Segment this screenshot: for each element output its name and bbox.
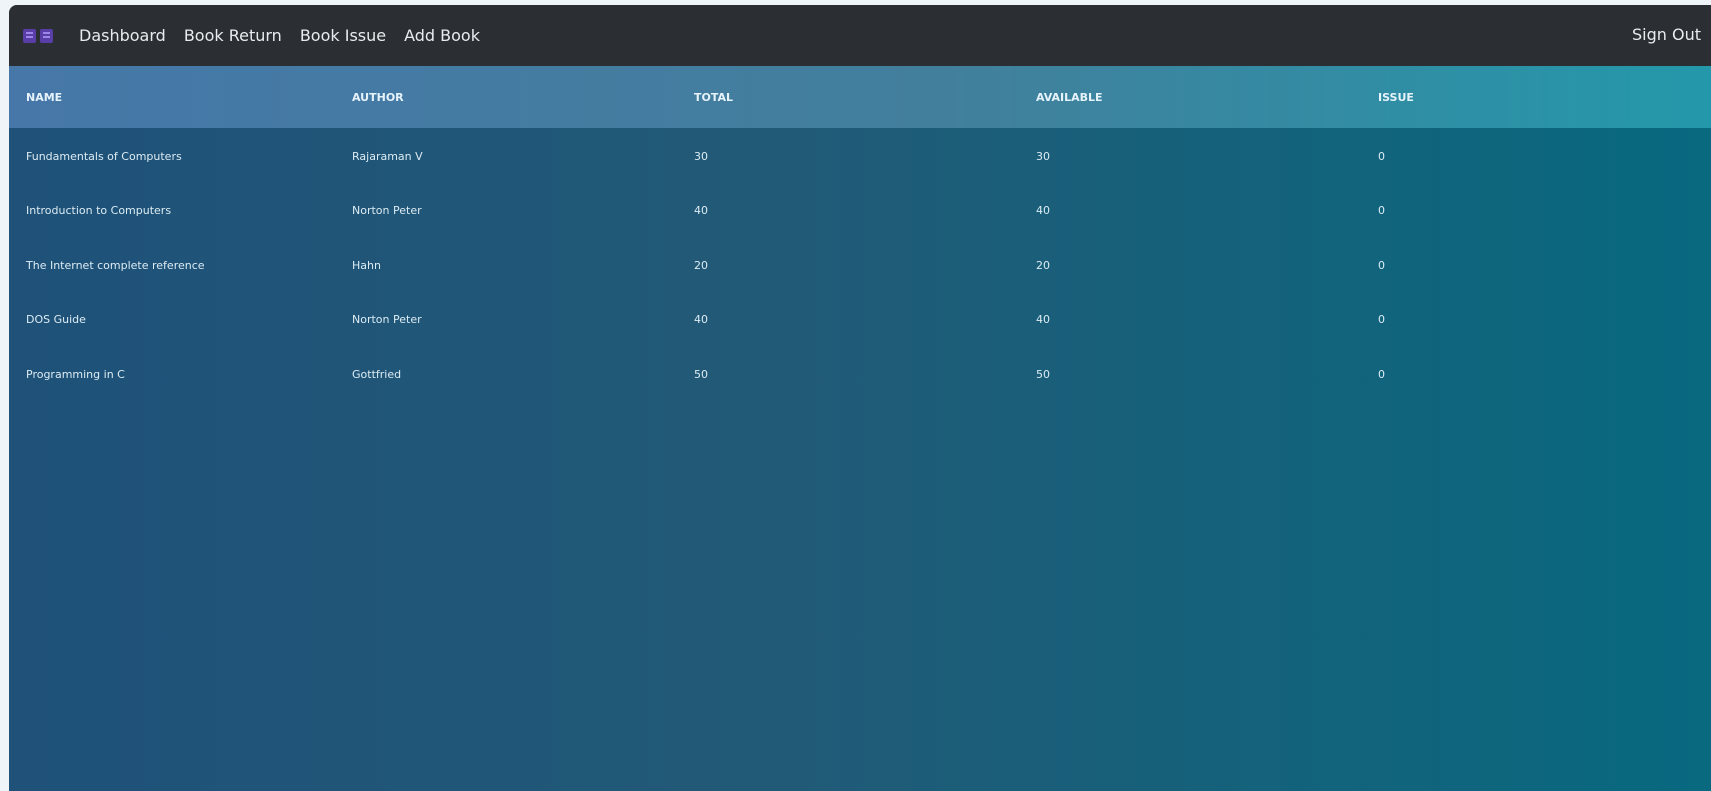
header-issue[interactable]: ISSUE [1378,91,1711,104]
book-total: 20 [694,258,708,272]
book-total: 40 [694,204,708,218]
header-name[interactable]: NAME [9,91,352,104]
book-author: Norton Peter [352,313,422,327]
book-author: Rajaraman V [352,149,423,163]
book-total: 30 [694,149,708,163]
book-logo-icon[interactable] [22,27,54,45]
book-issue: 0 [1378,313,1385,327]
book-issue: 0 [1378,367,1385,381]
book-issue: 0 [1378,204,1385,218]
book-available: 40 [1036,204,1050,218]
book-name: Fundamentals of Computers [26,149,182,163]
book-name: Programming in C [26,367,125,381]
book-author: Hahn [352,258,381,272]
nav-book-issue[interactable]: Book Issue [300,26,386,45]
table-row[interactable]: DOS Guide Norton Peter 40 40 0 [9,293,1711,348]
app-window: Dashboard Book Return Book Issue Add Boo… [9,5,1711,791]
nav-dashboard[interactable]: Dashboard [79,26,166,45]
book-available: 20 [1036,258,1050,272]
book-name: DOS Guide [26,313,86,327]
sign-out-button[interactable]: Sign Out [1632,25,1701,44]
header-author[interactable]: AUTHOR [352,91,694,104]
book-issue: 0 [1378,258,1385,272]
book-name: The Internet complete reference [26,258,205,272]
book-issue: 0 [1378,149,1385,163]
table-row[interactable]: Fundamentals of Computers Rajaraman V 30… [9,129,1711,184]
book-available: 50 [1036,367,1050,381]
book-total: 50 [694,367,708,381]
table-row[interactable]: Programming in C Gottfried 50 50 0 [9,347,1711,402]
table-row[interactable]: Introduction to Computers Norton Peter 4… [9,184,1711,239]
header-available[interactable]: AVAILABLE [1036,91,1378,104]
table-row[interactable]: The Internet complete reference Hahn 20 … [9,238,1711,293]
header-total[interactable]: TOTAL [694,91,1036,104]
book-total: 40 [694,313,708,327]
top-navbar: Dashboard Book Return Book Issue Add Boo… [9,5,1711,66]
book-author: Norton Peter [352,204,422,218]
nav-book-return[interactable]: Book Return [184,26,282,45]
table-header-row: NAME AUTHOR TOTAL AVAILABLE ISSUE [9,66,1711,128]
book-available: 30 [1036,149,1050,163]
nav-add-book[interactable]: Add Book [404,26,480,45]
books-table-body: Fundamentals of Computers Rajaraman V 30… [9,128,1711,402]
book-available: 40 [1036,313,1050,327]
book-author: Gottfried [352,367,402,381]
book-name: Introduction to Computers [26,204,172,218]
